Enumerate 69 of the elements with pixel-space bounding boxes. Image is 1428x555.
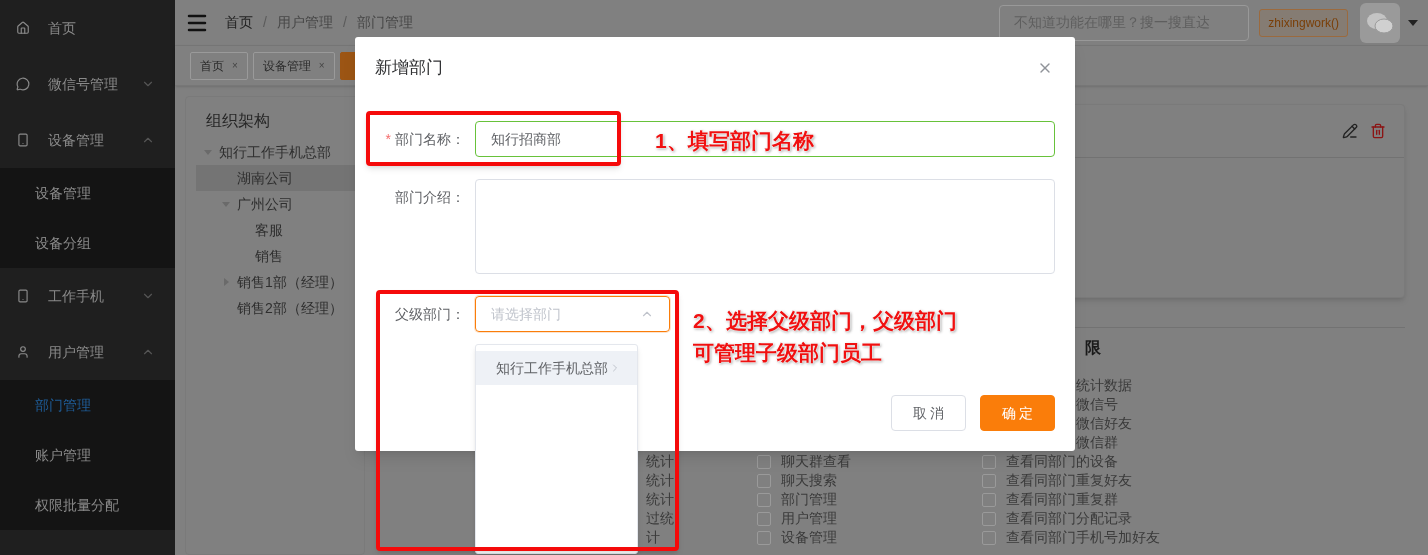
checkbox-label: 设备管理 (781, 528, 837, 547)
edit-icon[interactable] (1342, 123, 1358, 139)
sidebar-item[interactable]: 设备管理 (0, 112, 175, 168)
permission-label: 微信群 (1076, 433, 1118, 452)
tree-node[interactable]: 销售1部（经理） (196, 269, 364, 295)
checkbox[interactable] (757, 530, 771, 545)
sidebar-item[interactable]: 首页 (0, 0, 175, 56)
checkbox-label: 查看同部门手机号加好友 (1006, 528, 1160, 547)
field-label: 父级部门： (395, 304, 465, 324)
person-icon (16, 345, 30, 359)
phone-icon (16, 289, 30, 303)
dropdown-option[interactable]: 知行工作手机总部 (476, 351, 637, 385)
phone-icon (16, 133, 30, 147)
checkbox-label: 查看同部门的设备 (1006, 452, 1118, 471)
permission-label: 微信号 (1076, 395, 1118, 414)
permission-label: 统计数据 (1076, 376, 1132, 395)
checkbox[interactable] (757, 473, 771, 488)
permission-label: 计 (646, 528, 660, 547)
checkbox[interactable] (757, 511, 771, 526)
sidebar-item[interactable]: 微信号管理 (0, 56, 175, 112)
checkbox[interactable] (982, 454, 996, 469)
field-label: 部门介绍： (395, 187, 465, 207)
field-label: 部门名称： (395, 129, 465, 149)
submenu-item[interactable]: 设备管理 (0, 168, 175, 218)
annotation-text: 2、选择父级部门，父级部门 可管理子级部门员工 (693, 308, 957, 366)
home-icon (16, 21, 30, 35)
delete-icon[interactable] (1370, 123, 1386, 139)
checkbox-label: 查看同部门重复群 (1006, 490, 1118, 509)
caret-down-icon[interactable] (1408, 19, 1418, 26)
textarea-field[interactable] (475, 179, 1055, 274)
checkbox-label: 查看同部门重复好友 (1006, 471, 1132, 490)
tree-node[interactable]: 广州公司 (196, 191, 364, 217)
permission-label: 统计 (646, 452, 674, 471)
permission-label: 过统 (646, 509, 674, 528)
annotation-text: 1、填写部门名称 (655, 128, 814, 154)
tab[interactable]: 设备管理 × (252, 51, 335, 80)
checkbox-label: 聊天搜索 (781, 471, 837, 490)
tab[interactable]: 首页 × (190, 51, 248, 80)
breadcrumb-separator: / (263, 13, 267, 32)
checkbox[interactable] (982, 473, 996, 488)
required-mark: * (385, 129, 391, 149)
breadcrumb-link[interactable]: 首页 (225, 12, 253, 33)
checkbox[interactable] (757, 492, 771, 507)
submenu-item[interactable]: 部门管理 (0, 380, 175, 430)
checkbox[interactable] (982, 492, 996, 507)
account-badge[interactable]: zhixingwork() (1259, 8, 1348, 37)
checkbox-label: 用户管理 (781, 509, 837, 528)
checkbox[interactable] (757, 454, 771, 469)
avatar[interactable] (1360, 2, 1400, 43)
checkbox-label: 查看同部门分配记录 (1006, 509, 1132, 528)
submenu-item[interactable]: 设备分组 (0, 218, 175, 268)
sidebar-item[interactable]: 用户管理 (0, 324, 175, 380)
submenu-item[interactable]: 账户管理 (0, 430, 175, 480)
tree-node[interactable]: 知行工作手机总部 (196, 139, 364, 165)
dialog-title: 新增部门 (375, 57, 443, 80)
permission-label: 统计 (646, 490, 674, 509)
section-title: 限 (1085, 339, 1101, 356)
permission-label: 微信好友 (1076, 414, 1132, 433)
cancel-button[interactable]: 取 消 (891, 395, 966, 431)
sidebar-item[interactable]: 工作手机 (0, 268, 175, 324)
breadcrumb-separator: / (342, 13, 347, 32)
checkbox[interactable] (982, 511, 996, 526)
checkbox[interactable] (982, 530, 996, 545)
checkbox-label: 聊天群查看 (781, 452, 851, 471)
checkbox-label: 部门管理 (781, 490, 837, 509)
submenu-item[interactable]: 权限批量分配 (0, 480, 175, 530)
confirm-button[interactable]: 确 定 (980, 395, 1055, 431)
panel-title: 组织架构 (205, 111, 271, 131)
permission-label: 统计 (646, 471, 674, 490)
